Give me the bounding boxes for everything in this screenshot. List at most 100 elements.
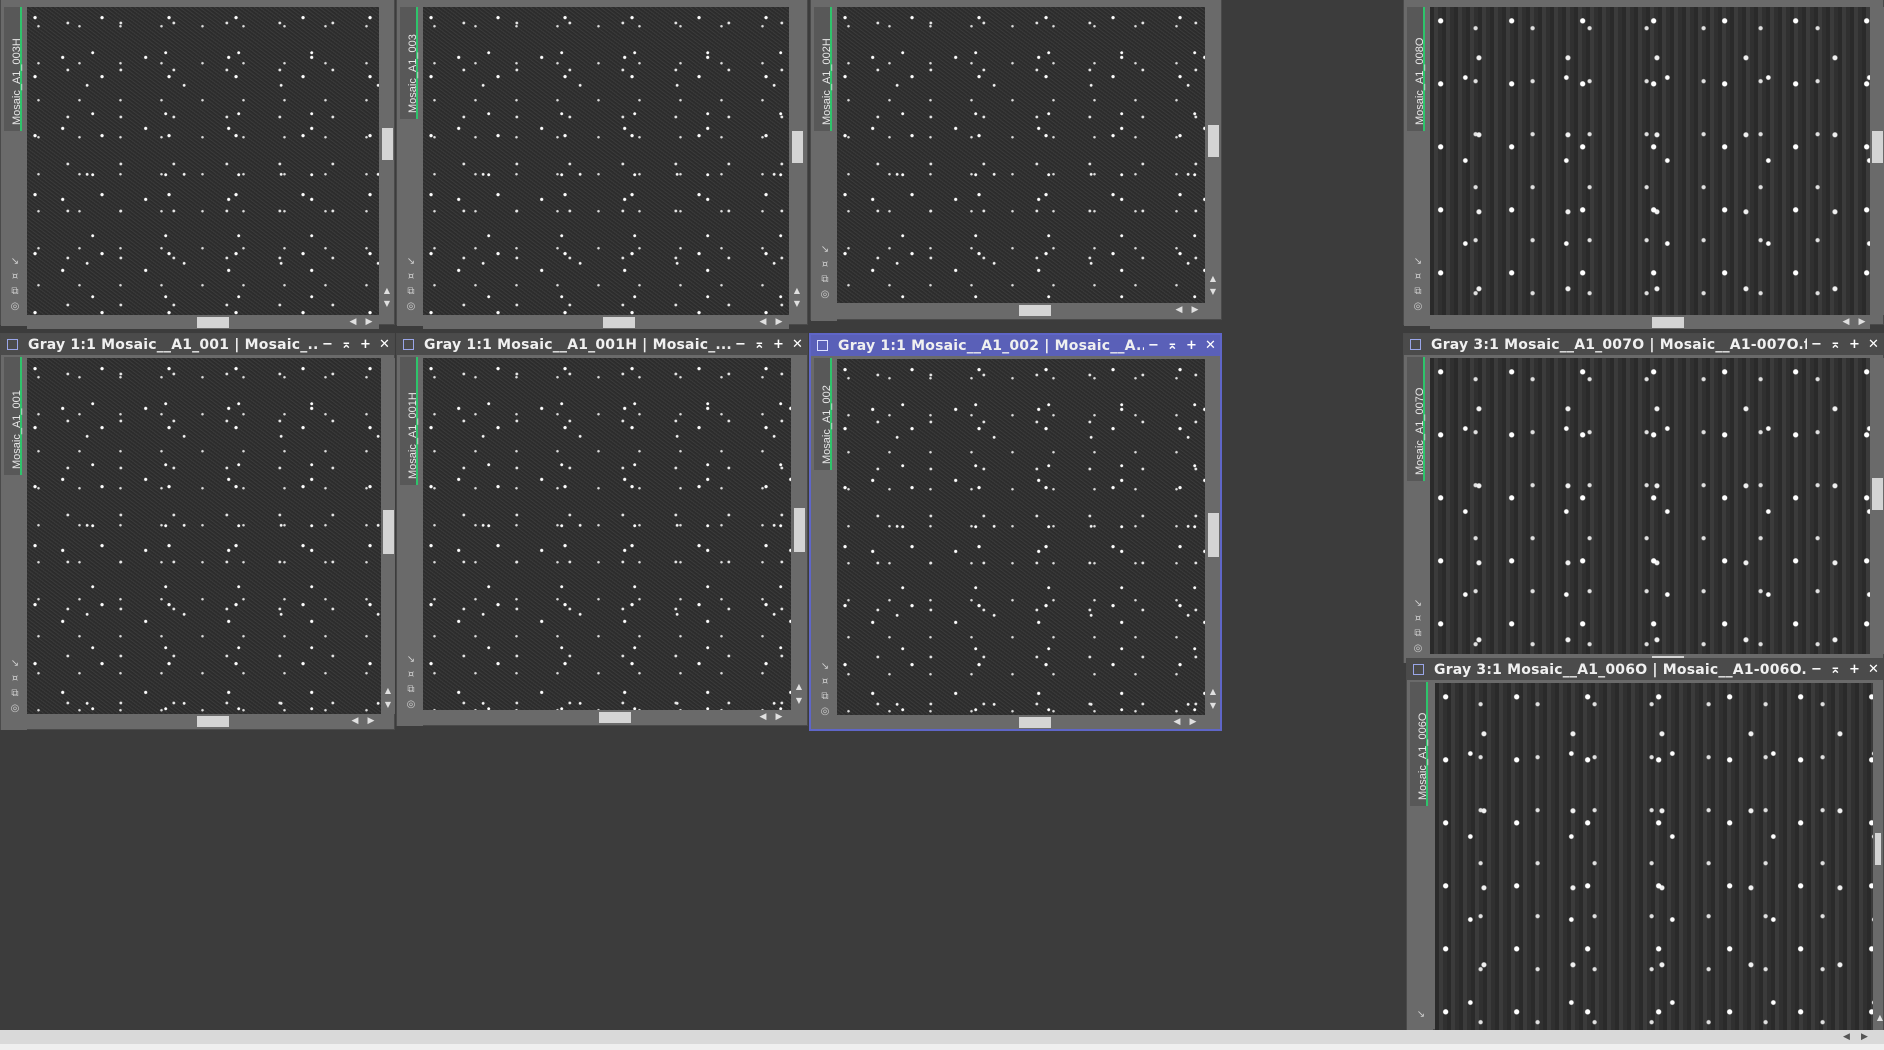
maximize-icon[interactable]: +	[769, 334, 788, 355]
window-titlebar[interactable]: Gray 1:1 Mosaic__A1_001H | Mosaic_... − …	[397, 334, 807, 355]
scroll-left-icon[interactable]: ◀	[757, 711, 769, 723]
pin-icon[interactable]: ↘	[820, 245, 830, 255]
scroll-thumb[interactable]	[1019, 717, 1051, 728]
scroll-up-icon[interactable]: ▲	[793, 682, 805, 691]
clone-icon[interactable]: ⧉	[406, 685, 416, 695]
scroll-right-icon[interactable]: ▶	[365, 715, 377, 727]
pin-icon[interactable]: ↘	[406, 655, 416, 665]
image-window-002h[interactable]: Mosaic_A1_002H ↘ ¤ ⧉ ◎ ▲ ▼ ◀ ▶	[810, 0, 1222, 321]
clone-icon[interactable]: ⧉	[10, 689, 20, 699]
image-window-003h[interactable]: Mosaic_A1_003H ↘ ¤ ⧉ ◎ ▲ ▼ ◀ ▶	[0, 0, 395, 329]
minimize-icon[interactable]: −	[731, 334, 750, 355]
image-view[interactable]	[423, 358, 791, 710]
image-view[interactable]	[423, 7, 789, 315]
image-view[interactable]	[27, 7, 379, 315]
scroll-thumb[interactable]	[383, 510, 394, 554]
view-identifier-tab[interactable]: Mosaic_A1_001	[4, 357, 23, 475]
image-view[interactable]	[1430, 7, 1870, 315]
scroll-left-icon[interactable]: ◀	[757, 316, 769, 328]
scroll-left-icon[interactable]: ◀	[1171, 716, 1183, 728]
scroll-thumb[interactable]	[1208, 513, 1219, 557]
clone-icon[interactable]: ⧉	[820, 692, 830, 702]
scroll-down-icon[interactable]: ▼	[793, 696, 805, 705]
shade-icon[interactable]: ⌅	[750, 334, 769, 355]
scroll-right-icon[interactable]: ▶	[1187, 716, 1199, 728]
horizontal-scrollbar[interactable]: ◀ ▶	[423, 315, 789, 329]
scroll-up-icon[interactable]: ▲	[382, 686, 394, 695]
clone-icon[interactable]: ⧉	[1413, 287, 1423, 297]
workspace-horizontal-scrollbar[interactable]: ◀ ▶	[0, 1030, 1884, 1044]
scroll-thumb[interactable]	[197, 716, 229, 727]
scroll-right-icon[interactable]: ▶	[773, 711, 785, 723]
pin-icon[interactable]: ↘	[10, 257, 20, 267]
mask-icon[interactable]: ¤	[1413, 272, 1423, 282]
minimize-icon[interactable]: −	[1807, 659, 1826, 680]
image-view[interactable]	[837, 359, 1205, 715]
shade-icon[interactable]: ⌅	[1826, 659, 1845, 680]
view-identifier-tab[interactable]: Mosaic_A1_006O	[1410, 682, 1429, 806]
scroll-thumb[interactable]	[794, 508, 805, 552]
scroll-left-icon[interactable]: ◀	[1843, 1030, 1850, 1044]
image-view[interactable]	[27, 358, 381, 714]
clone-icon[interactable]: ⧉	[1413, 629, 1423, 639]
scroll-right-icon[interactable]: ▶	[1861, 1030, 1868, 1044]
mask-icon[interactable]: ¤	[406, 670, 416, 680]
scroll-up-icon[interactable]: ▲	[1207, 687, 1219, 696]
window-icon[interactable]	[403, 339, 414, 350]
maximize-icon[interactable]: +	[1845, 334, 1864, 355]
close-icon[interactable]: ✕	[788, 334, 807, 355]
maximize-icon[interactable]: +	[1845, 659, 1864, 680]
vertical-scrollbar[interactable]	[1870, 7, 1884, 315]
shade-icon[interactable]: ⌅	[1826, 334, 1845, 355]
horizontal-scrollbar[interactable]: ◀ ▶	[837, 715, 1205, 729]
view-identifier-tab[interactable]: Mosaic_A1_007O	[1407, 357, 1426, 481]
mask-icon[interactable]: ¤	[406, 272, 416, 282]
scroll-up-icon[interactable]: ▲	[1207, 274, 1219, 283]
scroll-up-icon[interactable]: ▲	[381, 286, 393, 295]
scroll-left-icon[interactable]: ◀	[1173, 304, 1185, 316]
close-icon[interactable]: ✕	[1201, 335, 1220, 356]
horizontal-scrollbar[interactable]: ◀ ▶	[27, 714, 381, 728]
scroll-right-icon[interactable]: ▶	[363, 316, 375, 328]
scroll-left-icon[interactable]: ◀	[349, 715, 361, 727]
target-icon[interactable]: ◎	[820, 290, 830, 300]
image-window-001h[interactable]: Gray 1:1 Mosaic__A1_001H | Mosaic_... − …	[396, 333, 808, 726]
view-identifier-tab[interactable]: Mosaic_A1_008O	[1407, 7, 1426, 131]
scroll-up-icon[interactable]: ▲	[1874, 1013, 1884, 1022]
target-icon[interactable]: ◎	[10, 704, 20, 714]
view-identifier-tab[interactable]: Mosaic_A1_003H	[4, 7, 23, 131]
scroll-right-icon[interactable]: ▶	[773, 316, 785, 328]
target-icon[interactable]: ◎	[10, 302, 20, 312]
scroll-down-icon[interactable]: ▼	[1207, 287, 1219, 296]
scroll-thumb[interactable]	[1652, 317, 1684, 328]
image-window-008o[interactable]: Mosaic_A1_008O ↘ ¤ ⧉ ◎ ◀ ▶	[1403, 0, 1884, 329]
scroll-thumb[interactable]	[1872, 131, 1883, 163]
view-identifier-tab[interactable]: Mosaic_A1_003	[400, 7, 419, 119]
scroll-down-icon[interactable]: ▼	[382, 700, 394, 709]
window-icon[interactable]	[1410, 339, 1421, 350]
window-icon[interactable]	[817, 340, 828, 351]
vertical-scrollbar[interactable]: ▲ ▼	[380, 7, 394, 315]
view-identifier-tab[interactable]: Mosaic_A1_002H	[814, 7, 833, 131]
scroll-thumb[interactable]	[603, 317, 635, 328]
scroll-thumb[interactable]	[197, 317, 229, 328]
window-titlebar[interactable]: Gray 1:1 Mosaic__A1_002 | Mosaic__A... −…	[811, 335, 1220, 356]
scroll-up-icon[interactable]: ▲	[791, 286, 803, 295]
scroll-thumb[interactable]	[1875, 833, 1881, 865]
target-icon[interactable]: ◎	[1413, 302, 1423, 312]
window-icon[interactable]	[1413, 664, 1424, 675]
clone-icon[interactable]: ⧉	[820, 275, 830, 285]
window-titlebar[interactable]: Gray 3:1 Mosaic__A1_006O | Mosaic__A1-00…	[1407, 659, 1883, 680]
view-identifier-tab[interactable]: Mosaic_A1_002	[814, 358, 833, 470]
scroll-down-icon[interactable]: ▼	[791, 299, 803, 308]
image-view[interactable]	[1435, 683, 1877, 1031]
pin-icon[interactable]: ↘	[1416, 1010, 1426, 1020]
clone-icon[interactable]: ⧉	[406, 287, 416, 297]
scroll-down-icon[interactable]: ▼	[381, 299, 393, 308]
clone-icon[interactable]: ⧉	[10, 287, 20, 297]
minimize-icon[interactable]: −	[318, 334, 337, 355]
minimize-icon[interactable]: −	[1144, 335, 1163, 356]
shade-icon[interactable]: ⌅	[1163, 335, 1182, 356]
maximize-icon[interactable]: +	[1182, 335, 1201, 356]
image-window-007o[interactable]: Gray 3:1 Mosaic__A1_007O | Mosaic__A1-00…	[1403, 333, 1884, 663]
